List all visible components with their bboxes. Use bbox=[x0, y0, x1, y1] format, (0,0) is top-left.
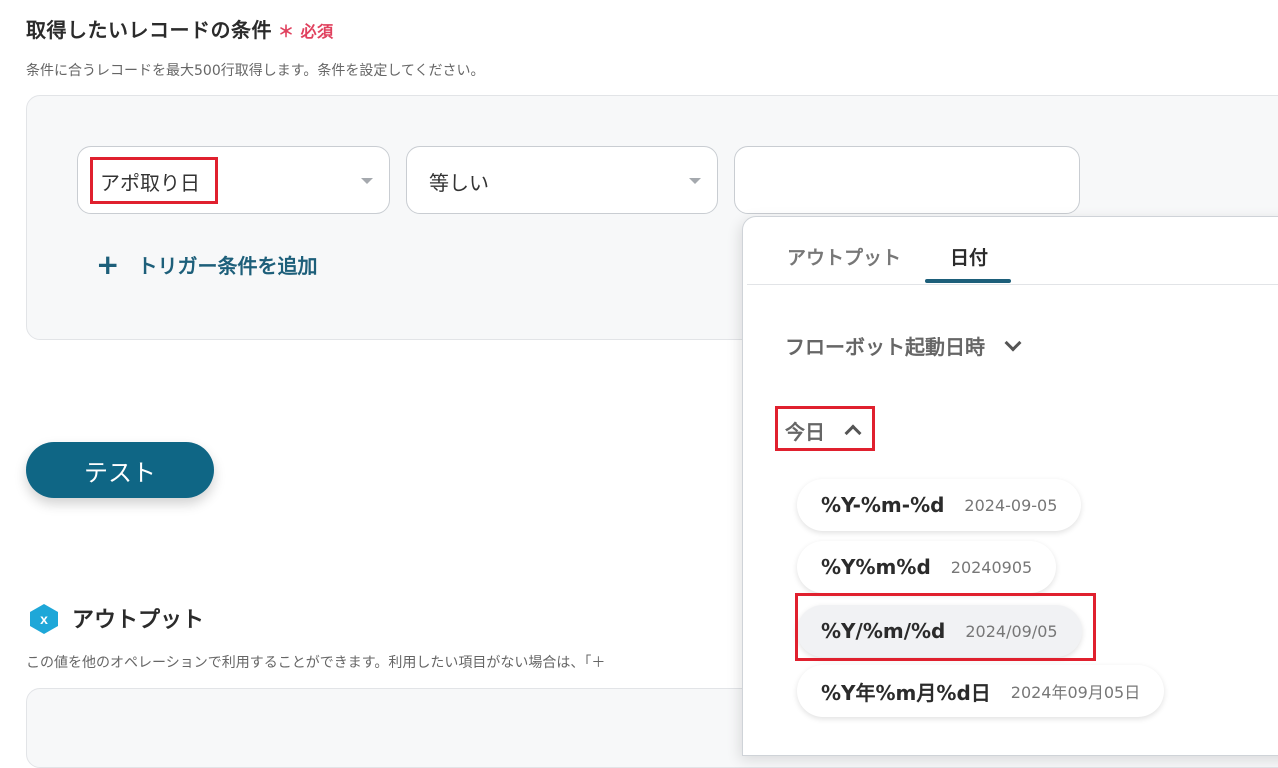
format-example: 2024-09-05 bbox=[964, 495, 1058, 515]
group-today-label: 今日 bbox=[785, 420, 825, 444]
format-pattern: %Y%m%d bbox=[821, 555, 931, 579]
field-select-value: アポ取り日 bbox=[100, 171, 200, 195]
output-description: この値を他のオペレーションで利用することができます。利用したい項目がない場合は、… bbox=[26, 655, 606, 671]
add-condition-button[interactable]: + トリガー条件を追加 bbox=[96, 250, 317, 279]
chevron-down-icon bbox=[1004, 334, 1022, 351]
format-example: 20240905 bbox=[950, 557, 1033, 577]
value-picker-panel: アウトプット 日付 フローボット起動日時 今日 %Y-%m-%d 2024-09… bbox=[742, 216, 1278, 756]
format-example: 2024/09/05 bbox=[965, 621, 1058, 641]
format-example: 2024年09月05日 bbox=[1010, 683, 1141, 702]
plus-icon: + bbox=[96, 247, 120, 281]
caret-down-icon bbox=[689, 178, 701, 184]
format-pattern: %Y/%m/%d bbox=[821, 619, 946, 643]
operator-select[interactable]: 等しい bbox=[406, 146, 718, 214]
output-title: アウトプット bbox=[72, 608, 205, 633]
field-select[interactable]: アポ取り日 bbox=[77, 146, 390, 214]
group-flowbot-label: フローボット起動日時 bbox=[785, 335, 985, 359]
section-title-text: 取得したいレコードの条件 bbox=[26, 18, 272, 42]
group-today[interactable]: 今日 bbox=[785, 416, 862, 445]
required-label: 必須 bbox=[300, 22, 334, 41]
tab-date[interactable]: 日付 bbox=[950, 243, 988, 270]
add-condition-label: トリガー条件を追加 bbox=[137, 254, 318, 278]
tab-divider bbox=[747, 284, 1278, 285]
tab-output[interactable]: アウトプット bbox=[787, 243, 901, 270]
format-pattern: %Y年%m月%d日 bbox=[821, 680, 991, 705]
format-option[interactable]: %Y年%m月%d日 2024年09月05日 bbox=[797, 665, 1165, 717]
format-pattern: %Y-%m-%d bbox=[821, 493, 945, 517]
test-button[interactable]: テスト bbox=[26, 442, 214, 498]
caret-down-icon bbox=[361, 178, 373, 184]
section-description: 条件に合うレコードを最大500行取得します。条件を設定してください。 bbox=[26, 63, 485, 79]
active-tab-indicator bbox=[925, 279, 1011, 283]
required-mark: ＊ bbox=[278, 22, 295, 41]
operator-select-value: 等しい bbox=[429, 171, 489, 195]
value-input[interactable] bbox=[734, 146, 1080, 214]
section-title: 取得したいレコードの条件 ＊ 必須 bbox=[26, 14, 334, 43]
format-option[interactable]: %Y-%m-%d 2024-09-05 bbox=[797, 479, 1082, 531]
format-option[interactable]: %Y%m%d 20240905 bbox=[797, 541, 1057, 593]
required-badge: ＊ 必須 bbox=[278, 22, 334, 41]
output-icon: x bbox=[30, 604, 58, 634]
output-icon-glyph: x bbox=[40, 611, 48, 627]
chevron-up-icon bbox=[844, 424, 862, 441]
format-option[interactable]: %Y/%m/%d 2024/09/05 bbox=[797, 605, 1082, 657]
group-flowbot-start[interactable]: フローボット起動日時 bbox=[785, 331, 1022, 360]
